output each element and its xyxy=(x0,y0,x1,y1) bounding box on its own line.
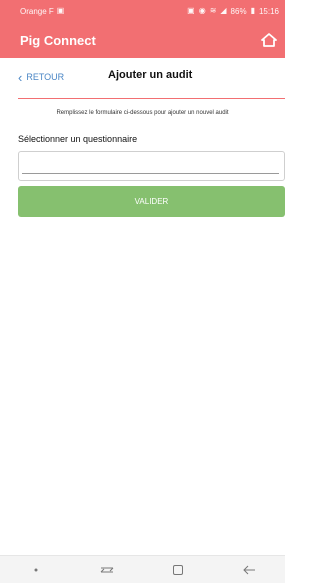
status-bar: Orange F ▣ ▣ ◉ ≋ ◢ 86% ▮ 15:16 xyxy=(0,0,285,22)
back-button[interactable]: ‹ RETOUR xyxy=(18,68,64,86)
app-title: Pig Connect xyxy=(20,32,96,48)
wifi-icon: ≋ xyxy=(209,6,217,15)
back-label: RETOUR xyxy=(26,72,65,82)
status-left: Orange F ▣ xyxy=(20,7,64,16)
mute-icon: ◉ xyxy=(198,6,206,15)
header-divider xyxy=(18,98,285,99)
image-notification-icon: ▣ xyxy=(56,6,65,15)
nfc-icon: ▣ xyxy=(187,6,195,15)
app-bar: Pig Connect xyxy=(0,22,285,58)
recent-apps-icon[interactable] xyxy=(93,559,121,581)
questionnaire-label: Sélectionner un questionnaire xyxy=(18,134,138,144)
home-square-icon[interactable] xyxy=(164,559,192,581)
select-underline xyxy=(22,173,279,174)
battery-percent: 86% xyxy=(230,6,247,16)
validate-button[interactable]: VALIDER xyxy=(18,186,285,217)
signal-icon: ◢ xyxy=(220,6,227,15)
page-title: Ajouter un audit xyxy=(108,69,193,81)
chevron-left-icon: ‹ xyxy=(18,69,23,85)
questionnaire-select[interactable] xyxy=(18,151,285,181)
form-instructions: Remplissez le formulaire ci-dessous pour… xyxy=(56,110,229,116)
carrier-label: Orange F xyxy=(20,6,54,16)
page-header: ‹ RETOUR Ajouter un audit xyxy=(0,58,285,98)
dot-icon[interactable] xyxy=(22,559,50,581)
home-icon[interactable] xyxy=(261,32,277,48)
clock: 15:16 xyxy=(258,6,279,16)
system-nav-bar xyxy=(0,555,285,583)
status-right: ▣ ◉ ≋ ◢ 86% ▮ 15:16 xyxy=(187,7,279,16)
back-arrow-icon[interactable] xyxy=(235,559,263,581)
battery-icon: ▮ xyxy=(250,6,255,15)
